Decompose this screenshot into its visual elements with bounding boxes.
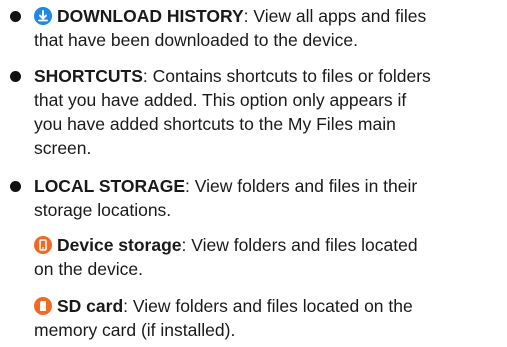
bullet: [10, 181, 21, 192]
item-line: SD card: View folders and files located …: [34, 294, 502, 318]
subitem-device-storage: Device storage: View folders and files l…: [34, 233, 502, 281]
item-line: SHORTCUTS: Contains shortcuts to files o…: [34, 64, 502, 88]
download-icon: [34, 7, 52, 25]
item-line: storage locations.: [34, 200, 172, 220]
device-storage-icon: [34, 236, 52, 254]
item-line: memory card (if installed).: [34, 320, 236, 340]
item-line: Device storage: View folders and files l…: [34, 233, 502, 257]
item-line: on the device.: [34, 259, 143, 279]
item-description: : View folders and files in their: [185, 176, 418, 196]
item-text: DOWNLOAD HISTORY: View all apps and file…: [34, 4, 502, 52]
document-page: DOWNLOAD HISTORY: View all apps and file…: [0, 0, 507, 347]
item-text: SHORTCUTS: Contains shortcuts to files o…: [34, 64, 502, 160]
sd-card-icon: [34, 297, 52, 315]
subitem-description: : View folders and files located: [181, 235, 418, 255]
item-description: : View all apps and files: [243, 6, 427, 26]
item-text: LOCAL STORAGE: View folders and files in…: [34, 174, 502, 222]
item-title: DOWNLOAD HISTORY: [57, 6, 244, 26]
bullet: [10, 11, 21, 22]
item-line: screen.: [34, 138, 92, 158]
item-line: that you have added. This option only ap…: [34, 90, 407, 110]
subitem-sd-card: SD card: View folders and files located …: [34, 294, 502, 342]
bullet: [10, 71, 21, 82]
subitem-description: : View folders and files located on the: [123, 296, 413, 316]
item-line: you have added shortcuts to the My Files…: [34, 114, 396, 134]
subitem-title: SD card: [57, 296, 124, 316]
item-line: DOWNLOAD HISTORY: View all apps and file…: [34, 4, 502, 28]
subitem-title: Device storage: [57, 235, 182, 255]
item-line: that have been downloaded to the device.: [34, 30, 358, 50]
item-title: LOCAL STORAGE: [34, 176, 186, 196]
item-line: LOCAL STORAGE: View folders and files in…: [34, 174, 502, 198]
item-title: SHORTCUTS: [34, 66, 143, 86]
item-description: : Contains shortcuts to files or folders: [142, 66, 431, 86]
